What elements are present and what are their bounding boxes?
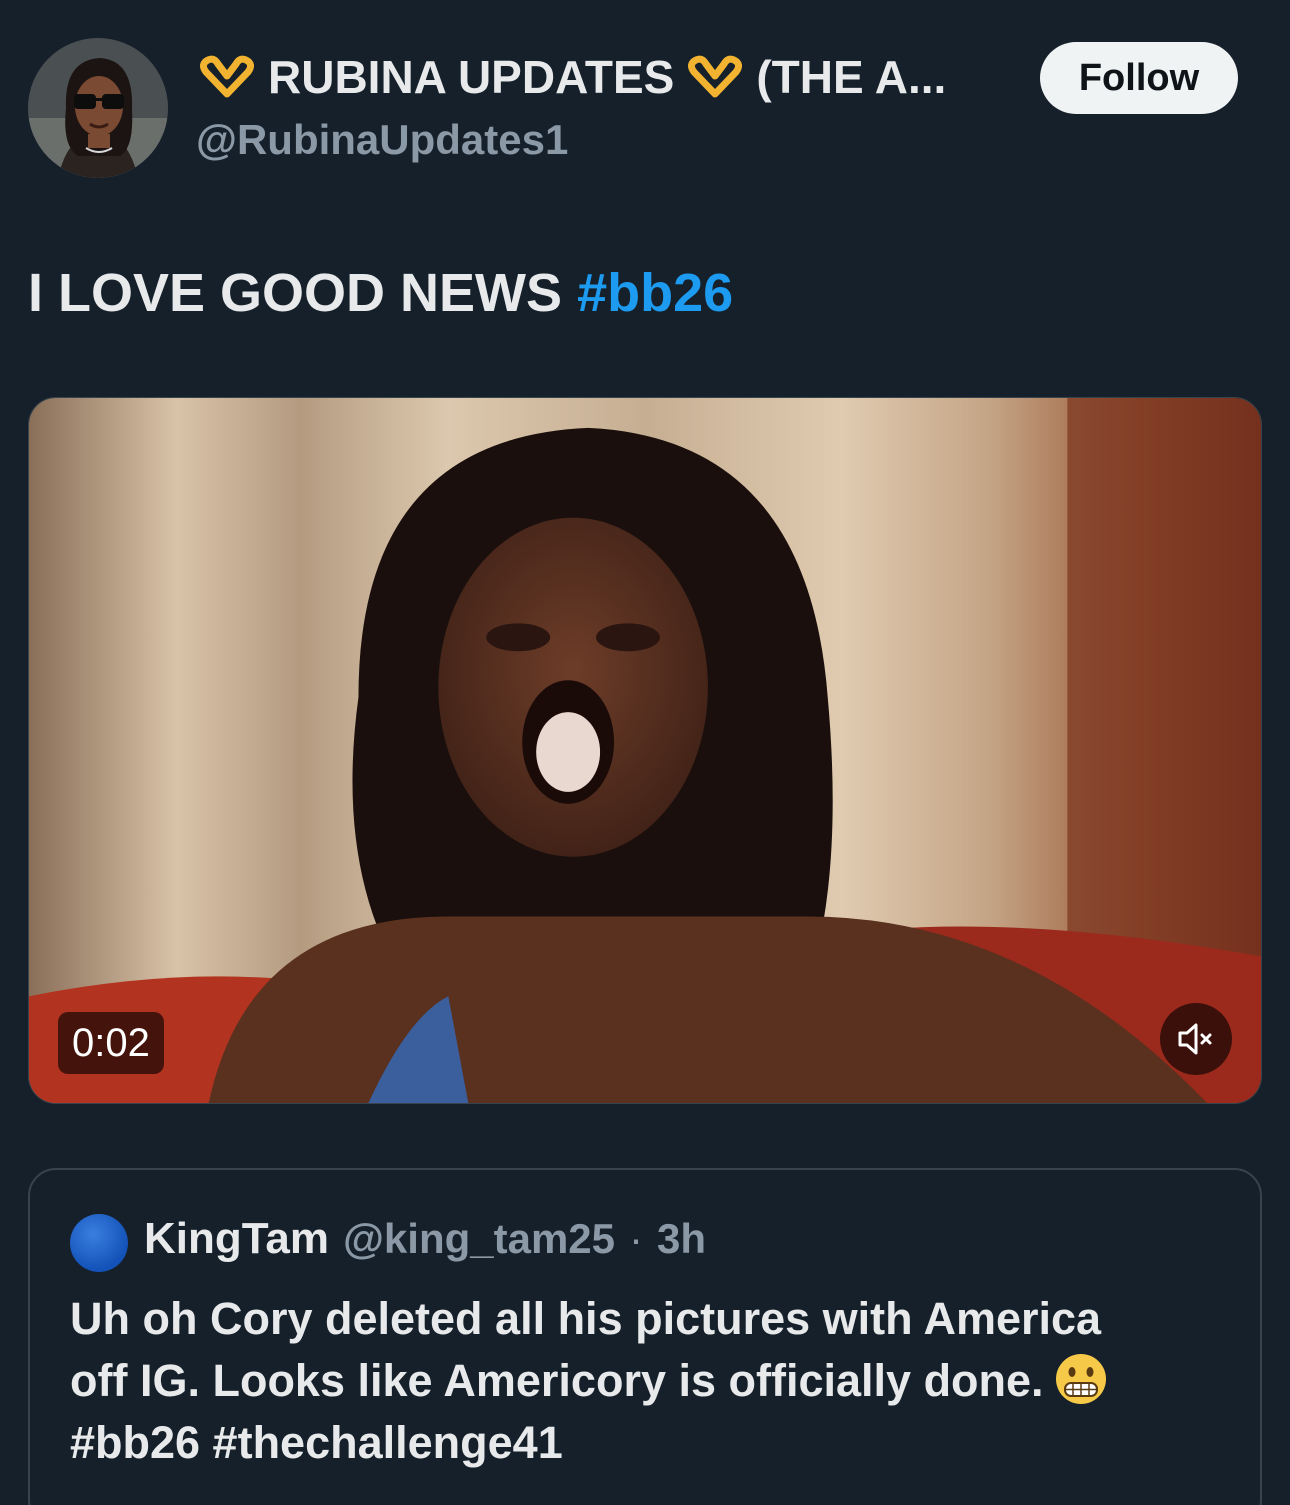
quote-author-handle[interactable]: @king_tam25	[343, 1215, 615, 1263]
video-frame	[29, 398, 1261, 1103]
tweet-text-body: I LOVE GOOD NEWS	[28, 263, 563, 323]
grimacing-face-icon	[1055, 1354, 1106, 1404]
quote-body: Uh oh Cory deleted all his pictures with…	[70, 1288, 1230, 1474]
quoted-tweet-card[interactable]: KingTam @king_tam25 · 3h Uh oh Cory dele…	[28, 1168, 1262, 1505]
quote-line-2: off IG. Looks like Americory is official…	[70, 1350, 1230, 1412]
mute-button[interactable]	[1160, 1003, 1232, 1075]
quote-timestamp[interactable]: 3h	[657, 1215, 706, 1263]
author-avatar[interactable]	[28, 38, 168, 178]
tweet-hashtag-link[interactable]: #bb26	[577, 263, 733, 323]
heart-hands-icon	[688, 55, 743, 98]
author-display-name-suffix: (THE A...	[756, 51, 947, 103]
quote-separator: ·	[629, 1215, 644, 1262]
author-display-name: RUBINA UPDATES	[268, 51, 675, 103]
quote-line-1: Uh oh Cory deleted all his pictures with…	[70, 1293, 1102, 1344]
video-player[interactable]	[28, 397, 1262, 1104]
author-handle[interactable]: @RubinaUpdates1	[196, 116, 568, 164]
speaker-muted-icon	[1178, 1023, 1212, 1055]
tweet-page: RUBINA UPDATES (THE A... @RubinaUpdates1…	[0, 0, 1290, 1505]
follow-button[interactable]: Follow	[1040, 42, 1238, 114]
quote-header: KingTam @king_tam25 · 3h	[144, 1214, 706, 1264]
profile-photo-icon	[28, 38, 168, 178]
tweet-text: I LOVE GOOD NEWS #bb26	[28, 262, 733, 324]
quote-hashtags[interactable]: #bb26 #thechallenge41	[70, 1412, 1230, 1474]
video-timestamp: 0:02	[58, 1012, 164, 1074]
quote-author-name[interactable]: KingTam	[144, 1214, 329, 1264]
quote-author-avatar[interactable]	[70, 1214, 128, 1272]
heart-hands-icon	[199, 55, 255, 98]
quote-line-2-text: off IG. Looks like Americory is official…	[70, 1355, 1044, 1406]
author-name-row[interactable]: RUBINA UPDATES (THE A...	[196, 50, 946, 104]
